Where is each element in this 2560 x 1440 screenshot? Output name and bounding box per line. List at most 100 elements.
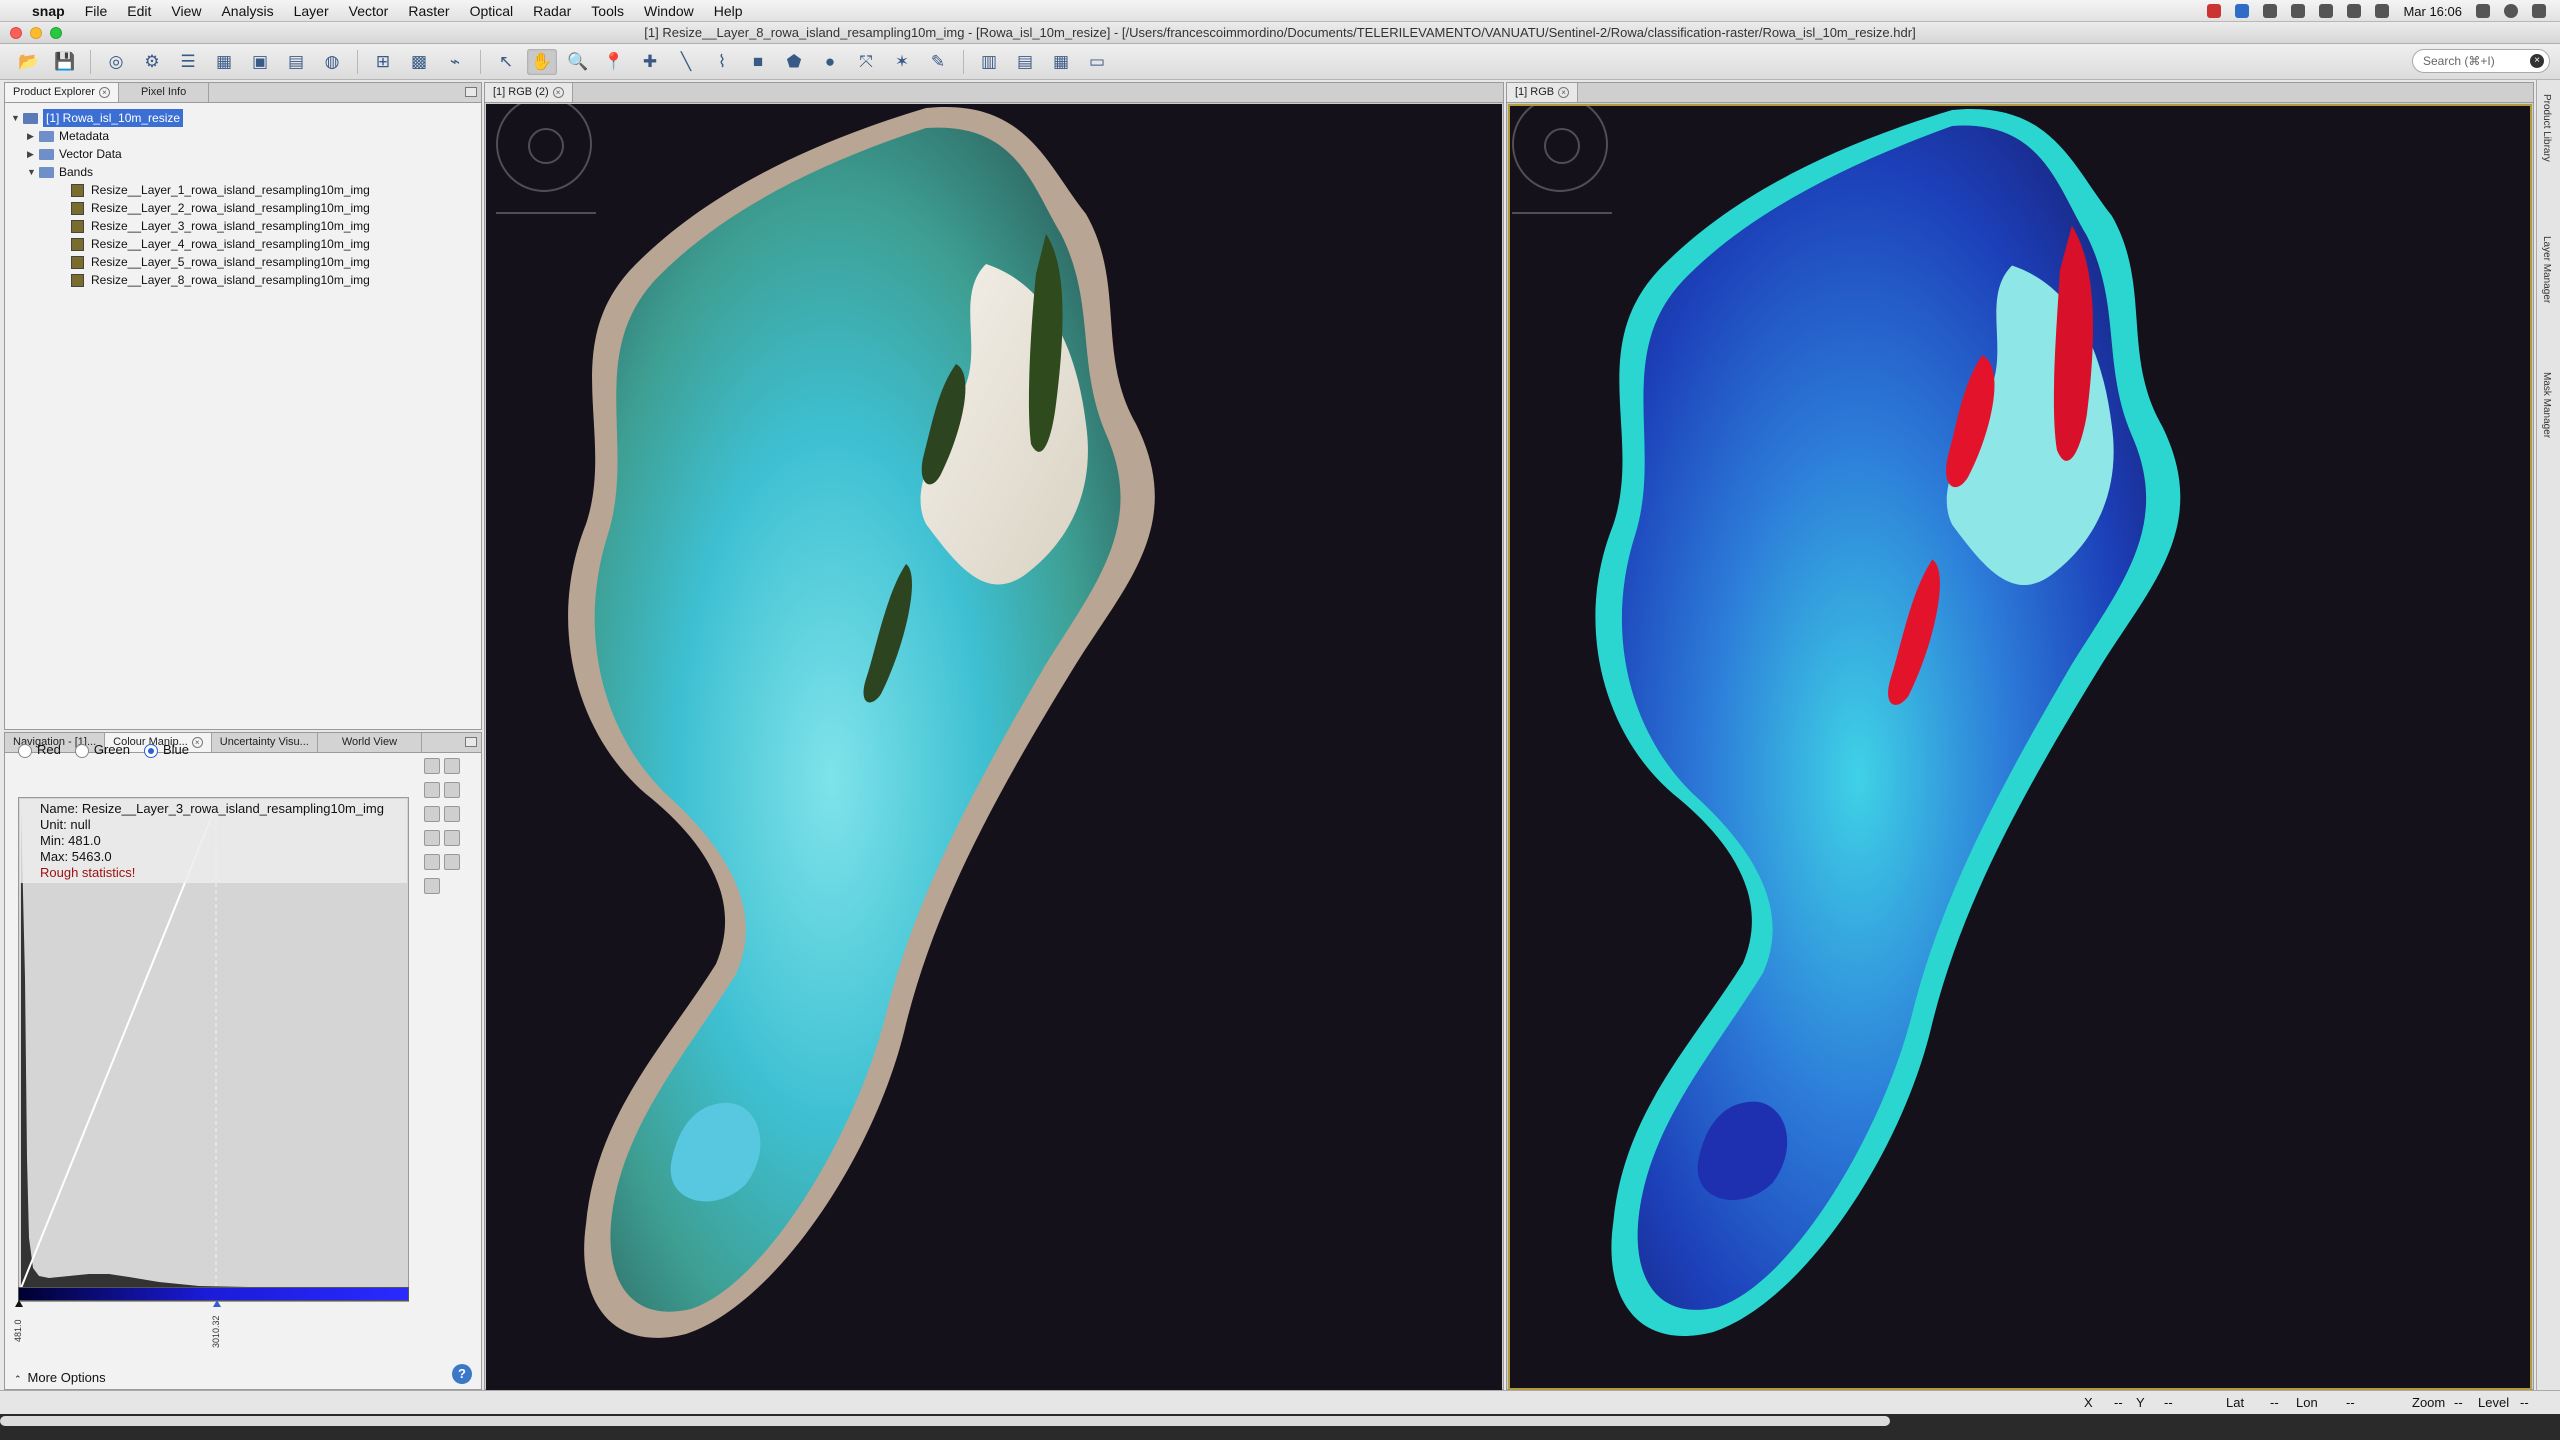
- menu-window[interactable]: Window: [644, 3, 694, 19]
- tab-product-explorer[interactable]: Product Explorer ×: [5, 83, 119, 102]
- graph-builder-icon[interactable]: ⚙: [137, 49, 167, 75]
- minimize-window-button[interactable]: [30, 27, 42, 39]
- ellipse-tool-icon[interactable]: ●: [815, 49, 845, 75]
- collapsed-icon[interactable]: ▶: [27, 145, 39, 163]
- radio-red-icon[interactable]: [18, 743, 32, 758]
- tile-evenly-icon[interactable]: ▭: [1082, 49, 1112, 75]
- slider-mid-handle[interactable]: [213, 1300, 221, 1307]
- close-tab-icon[interactable]: ×: [98, 87, 110, 98]
- tree-node-band[interactable]: Resize__Layer_1_rowa_island_resampling10…: [11, 181, 370, 199]
- tree-node-band[interactable]: Resize__Layer_4_rowa_island_resampling10…: [11, 235, 370, 253]
- more-options-toggle[interactable]: ⌃ More Options: [14, 1370, 106, 1385]
- close-tab-icon[interactable]: ×: [191, 737, 203, 748]
- tree-node-bands[interactable]: ▼ Bands: [11, 163, 370, 181]
- mosaic-icon[interactable]: ▩: [404, 49, 434, 75]
- expanded-icon[interactable]: ▼: [11, 109, 23, 127]
- notification-center-icon[interactable]: [2532, 4, 2546, 18]
- radio-red[interactable]: Red: [18, 742, 61, 758]
- tab-view-rgb[interactable]: [1] RGB ×: [1507, 83, 1579, 102]
- scrollbar-thumb[interactable]: [0, 1416, 1890, 1426]
- minimize-panel-button[interactable]: [465, 737, 477, 747]
- subset-icon[interactable]: ▣: [245, 49, 275, 75]
- mask-manager-tab[interactable]: Mask Manager: [2541, 372, 2552, 438]
- band-maths-icon[interactable]: ⊞: [368, 49, 398, 75]
- radio-blue[interactable]: Blue: [144, 742, 189, 758]
- time-series-icon[interactable]: ⌁: [440, 49, 470, 75]
- minimize-panel-button[interactable]: [465, 87, 477, 97]
- distribute-icon[interactable]: [444, 782, 460, 798]
- zoom-window-button[interactable]: [50, 27, 62, 39]
- tile-grid-icon[interactable]: ▦: [1046, 49, 1076, 75]
- spotlight-icon[interactable]: [2263, 4, 2278, 18]
- tree-node-band[interactable]: Resize__Layer_3_rowa_island_resampling10…: [11, 217, 370, 235]
- globe-icon[interactable]: ◍: [317, 49, 347, 75]
- volume-icon[interactable]: [2375, 4, 2390, 18]
- antivirus-icon[interactable]: [2207, 4, 2222, 18]
- image-view-left[interactable]: [486, 104, 1502, 1390]
- zoom-slider[interactable]: [496, 212, 596, 214]
- menu-tools[interactable]: Tools: [591, 3, 624, 19]
- reprojection-icon[interactable]: ▤: [281, 49, 311, 75]
- clock[interactable]: Mar 16:06: [2403, 4, 2462, 19]
- range-95-icon[interactable]: [424, 806, 440, 822]
- polyline-tool-icon[interactable]: ⌇: [707, 49, 737, 75]
- clear-search-icon[interactable]: ×: [2530, 54, 2544, 68]
- reset-icon[interactable]: [424, 758, 440, 774]
- radio-green-icon[interactable]: [74, 743, 89, 758]
- zoom-out-horizontal-icon[interactable]: [444, 854, 460, 870]
- save-product-icon[interactable]: 💾: [50, 49, 80, 75]
- help-button[interactable]: ?: [452, 1364, 472, 1384]
- search-icon[interactable]: [2476, 4, 2490, 18]
- tree-node-vector-data[interactable]: ▶ Vector Data: [11, 145, 370, 163]
- dropbox-icon[interactable]: [2235, 4, 2250, 18]
- tile-horizontal-icon[interactable]: ▥: [974, 49, 1004, 75]
- airplay-icon[interactable]: [2291, 4, 2306, 18]
- bluetooth-icon[interactable]: [2319, 4, 2334, 18]
- tab-uncertainty-visualisation[interactable]: Uncertainty Visu...: [212, 733, 318, 752]
- tree-node-metadata[interactable]: ▶ Metadata: [11, 127, 370, 145]
- menu-optical[interactable]: Optical: [470, 3, 514, 19]
- tab-view-rgb-2[interactable]: [1] RGB (2) ×: [485, 83, 573, 102]
- menu-radar[interactable]: Radar: [533, 3, 571, 19]
- menu-analysis[interactable]: Analysis: [221, 3, 273, 19]
- close-tab-icon[interactable]: ×: [552, 87, 564, 98]
- radio-blue-icon[interactable]: [144, 743, 158, 758]
- line-tool-icon[interactable]: ╲: [671, 49, 701, 75]
- wifi-icon[interactable]: [2347, 4, 2362, 18]
- batch-icon[interactable]: ☰: [173, 49, 203, 75]
- session-icon[interactable]: ◎: [101, 49, 131, 75]
- export-palette-icon[interactable]: [424, 782, 440, 798]
- menu-raster[interactable]: Raster: [408, 3, 449, 19]
- menu-vector[interactable]: Vector: [349, 3, 389, 19]
- user-icon[interactable]: [2504, 4, 2518, 18]
- close-tab-icon[interactable]: ×: [1558, 87, 1570, 98]
- expanded-icon[interactable]: ▼: [27, 163, 39, 181]
- zoom-out-vertical-icon[interactable]: [444, 830, 460, 846]
- close-window-button[interactable]: [10, 27, 22, 39]
- tree-node-band[interactable]: Resize__Layer_5_rowa_island_resampling10…: [11, 253, 370, 271]
- menu-file[interactable]: File: [85, 3, 108, 19]
- search-input[interactable]: Search (⌘+I) ×: [2412, 49, 2550, 73]
- zoom-slider[interactable]: [1512, 212, 1612, 214]
- pixel-info-icon[interactable]: ▦: [209, 49, 239, 75]
- range-100-icon[interactable]: [444, 806, 460, 822]
- tree-node-product[interactable]: ▼ [1] Rowa_isl_10m_resize: [11, 109, 370, 127]
- rectangle-tool-icon[interactable]: ■: [743, 49, 773, 75]
- select-tool-icon[interactable]: ↖: [491, 49, 521, 75]
- zoom-in-horizontal-icon[interactable]: [424, 854, 440, 870]
- collapsed-icon[interactable]: ▶: [27, 127, 39, 145]
- range-finder-icon[interactable]: ⤧: [851, 49, 881, 75]
- menu-help[interactable]: Help: [714, 3, 743, 19]
- radio-green[interactable]: Green: [74, 742, 130, 758]
- image-view-right[interactable]: [1508, 104, 2532, 1390]
- gcp-tool-icon[interactable]: ✚: [635, 49, 665, 75]
- horizontal-scrollbar[interactable]: [0, 1414, 2560, 1440]
- open-product-icon[interactable]: 📂: [14, 49, 44, 75]
- tree-node-band[interactable]: Resize__Layer_8_rowa_island_resampling10…: [11, 271, 370, 289]
- layer-manager-tab[interactable]: Layer Manager: [2541, 236, 2552, 303]
- pan-tool-icon[interactable]: ✋: [527, 48, 557, 75]
- product-library-tab[interactable]: Product Library: [2541, 94, 2552, 162]
- measure-icon[interactable]: ✎: [923, 49, 953, 75]
- tab-pixel-info[interactable]: Pixel Info: [119, 83, 210, 102]
- pin-tool-icon[interactable]: 📍: [599, 49, 629, 75]
